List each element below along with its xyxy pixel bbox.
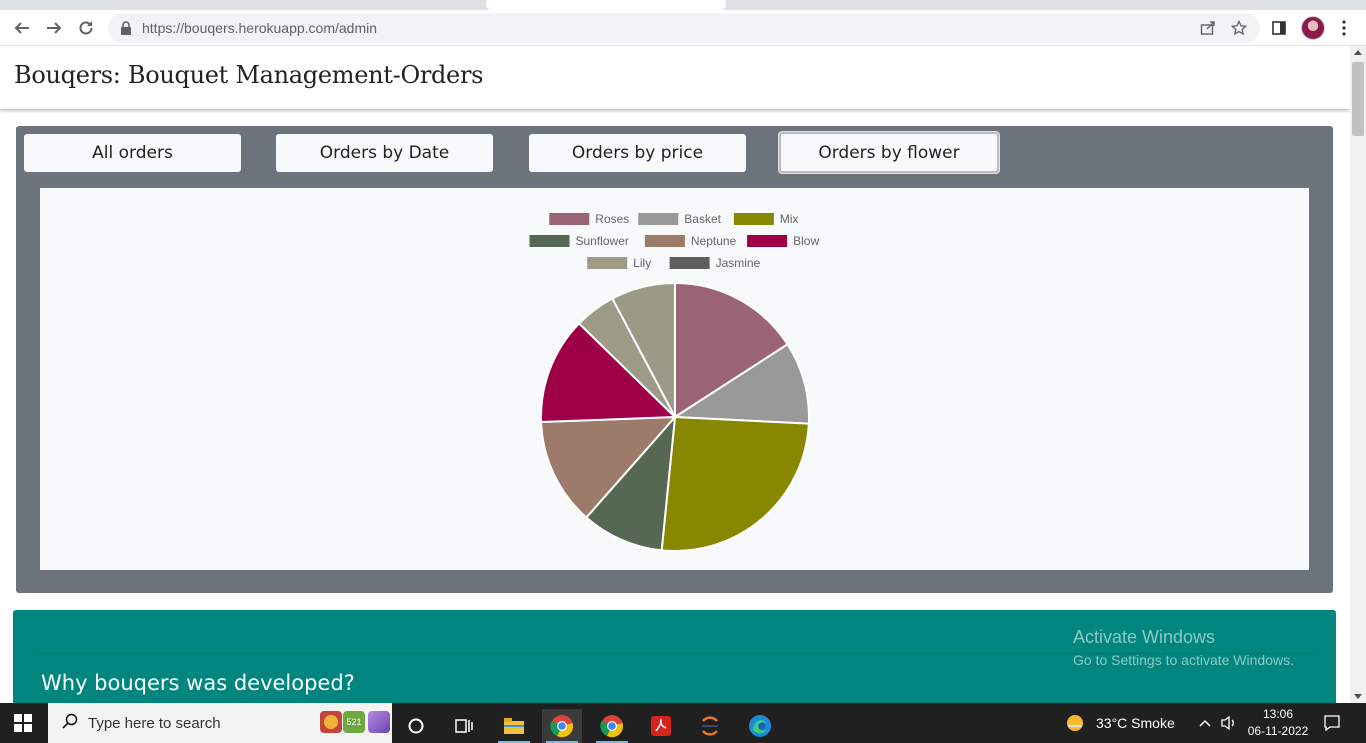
weather-sun-icon	[1067, 715, 1083, 731]
scroll-up-arrow-icon[interactable]	[1354, 50, 1362, 55]
orders-by-flower-button[interactable]: Orders by flower	[779, 132, 999, 173]
all-orders-button[interactable]: All orders	[24, 134, 241, 172]
back-arrow-icon[interactable]	[8, 14, 36, 42]
bookmark-star-icon[interactable]	[1229, 18, 1249, 38]
system-clock[interactable]: 13:06 06-11-2022	[1244, 706, 1312, 740]
legend-label-blow[interactable]: Blow	[793, 234, 819, 248]
weather-widget[interactable]: 33°C Smoke	[1064, 703, 1175, 743]
cortana-icon[interactable]	[396, 709, 436, 743]
task-view-icon[interactable]	[444, 709, 484, 743]
edge-icon[interactable]	[740, 709, 780, 743]
chrome-active-icon[interactable]	[542, 709, 582, 743]
forward-arrow-icon[interactable]	[40, 14, 68, 42]
activate-windows-subtitle: Go to Settings to activate Windows.	[1073, 652, 1294, 668]
notifications-icon[interactable]	[1323, 703, 1341, 743]
pie-slice-mix[interactable]	[660, 415, 810, 552]
legend-swatch-mix[interactable]	[733, 213, 774, 225]
browser-tab-strip	[0, 0, 1366, 10]
chart-canvas: Roses Basket Mix Sunflower Neptune Blow Lily Ja…	[40, 188, 1309, 570]
legend-label-roses[interactable]: Roses	[595, 212, 629, 226]
browser-toolbar: https://bouqers.herokuapp.com/admin	[0, 10, 1366, 46]
windows-taskbar: Type here to search 521 33°C Smoke 13:06…	[0, 703, 1366, 743]
orders-panel: All orders Orders by Date Orders by pric…	[16, 126, 1333, 593]
search-icon	[62, 713, 78, 734]
orders-by-date-button[interactable]: Orders by Date	[276, 134, 493, 172]
weather-text: 33°C Smoke	[1096, 715, 1175, 731]
pie-slices	[540, 281, 810, 552]
pdf-reader-icon[interactable]	[641, 709, 681, 743]
legend-label-lily[interactable]: Lily	[633, 256, 651, 270]
lock-icon[interactable]	[120, 21, 132, 35]
active-browser-tab[interactable]	[486, 0, 726, 10]
legend-swatch-sunflower[interactable]	[529, 235, 570, 247]
hidden-icons-chevron-icon[interactable]	[1198, 703, 1212, 743]
scroll-down-arrow-icon[interactable]	[1354, 694, 1362, 699]
file-explorer-icon[interactable]	[494, 709, 534, 743]
page-scrollbar[interactable]	[1350, 46, 1366, 703]
taskbar-search-box[interactable]: Type here to search 521	[48, 703, 392, 743]
calendar-badge-icon[interactable]: 521	[343, 711, 365, 733]
search-placeholder[interactable]: Type here to search	[88, 715, 221, 732]
legend-swatch-roses[interactable]	[549, 213, 590, 225]
medal-icon[interactable]	[320, 711, 342, 733]
legend-swatch-basket[interactable]	[638, 213, 679, 225]
legend-swatch-lily[interactable]	[587, 257, 628, 269]
legend-swatch-blow[interactable]	[747, 235, 788, 247]
windows-start-icon[interactable]	[14, 714, 32, 732]
url-text[interactable]: https://bouqers.herokuapp.com/admin	[142, 20, 377, 36]
legend-label-mix[interactable]: Mix	[780, 212, 799, 226]
legend-label-neptune[interactable]: Neptune	[691, 234, 737, 248]
clock-date: 06-11-2022	[1247, 724, 1309, 738]
reload-icon[interactable]	[72, 14, 100, 42]
address-bar[interactable]: https://bouqers.herokuapp.com/admin	[108, 13, 1260, 43]
scroll-thumb[interactable]	[1352, 62, 1364, 136]
kebab-menu-icon[interactable]	[1332, 16, 1356, 40]
side-panel-icon[interactable]	[1267, 16, 1291, 40]
page-header: Bouqers: Bouquet Management-Orders	[0, 47, 1350, 109]
info-title: Why bouqers was developed?	[41, 671, 355, 695]
legend-label-basket[interactable]: Basket	[684, 212, 721, 226]
clock-time: 13:06	[1262, 707, 1294, 721]
share-icon[interactable]	[1198, 18, 1218, 38]
legend-swatch-jasmine[interactable]	[669, 257, 710, 269]
speaker-icon[interactable]	[1220, 703, 1238, 743]
legend-label-sunflower[interactable]: Sunflower	[576, 234, 629, 248]
chrome-icon[interactable]	[592, 709, 632, 743]
chart-legend: Roses Basket Mix Sunflower Neptune Blow Lily Ja…	[529, 212, 819, 270]
orders-by-price-button[interactable]: Orders by price	[529, 134, 746, 172]
sneaker-icon[interactable]	[368, 711, 390, 733]
profile-avatar[interactable]	[1301, 16, 1325, 40]
legend-swatch-neptune[interactable]	[644, 235, 685, 247]
eclipse-icon[interactable]	[690, 709, 730, 743]
page-title: Bouqers: Bouquet Management-Orders	[14, 61, 484, 89]
pie-chart: Roses Basket Mix Sunflower Neptune Blow Lily Ja…	[529, 212, 819, 552]
activate-windows-title: Activate Windows	[1073, 627, 1216, 647]
legend-label-jasmine[interactable]: Jasmine	[716, 256, 761, 270]
